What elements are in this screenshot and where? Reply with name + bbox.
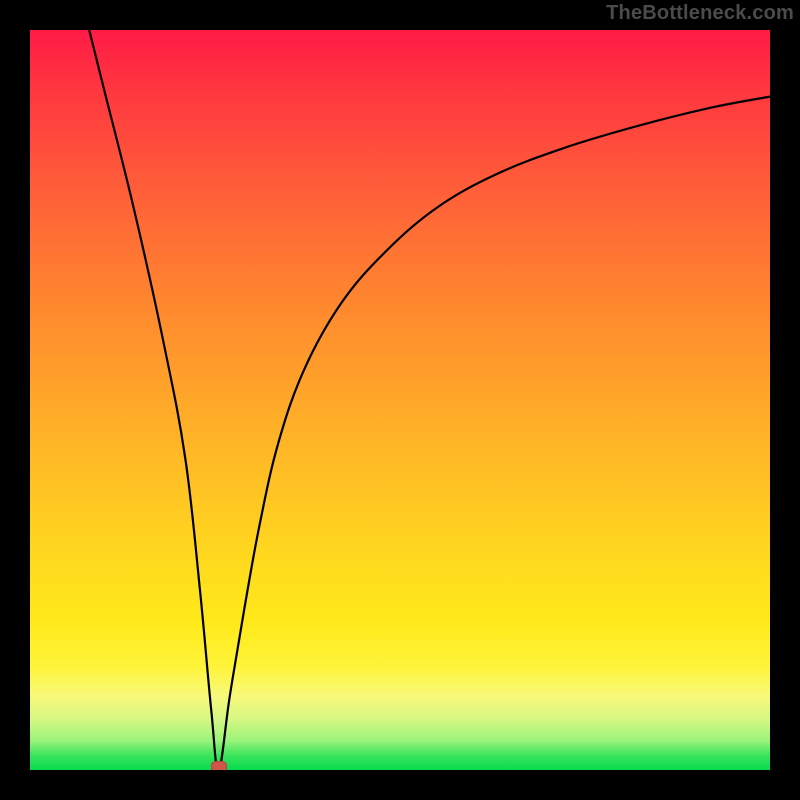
watermark-text: TheBottleneck.com (606, 2, 794, 25)
curve-svg (30, 30, 770, 770)
plot-area (30, 30, 770, 770)
chart-frame: TheBottleneck.com (0, 0, 800, 800)
optimum-marker (211, 761, 227, 770)
bottleneck-curve (89, 30, 770, 770)
